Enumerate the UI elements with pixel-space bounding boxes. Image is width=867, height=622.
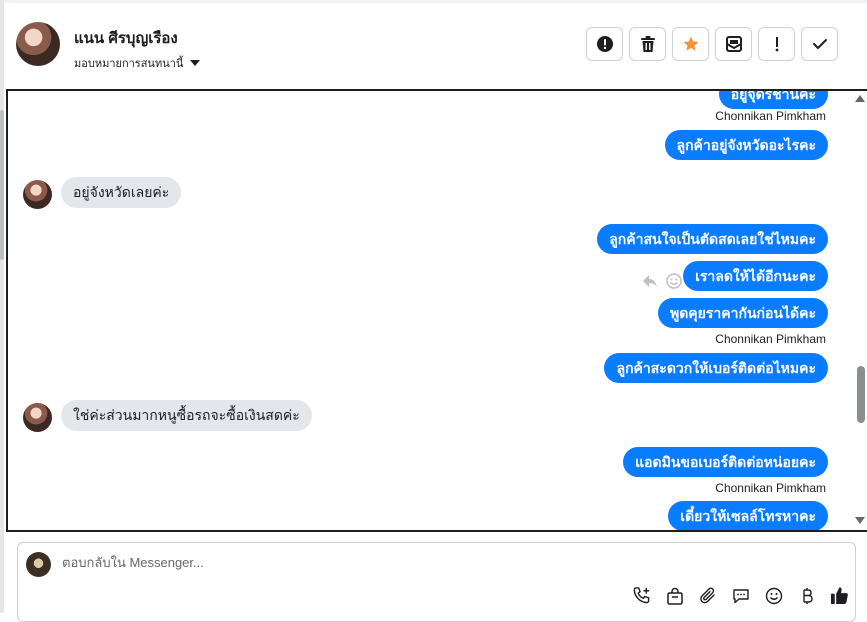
exclamation-icon: [775, 37, 778, 52]
sender-name: Chonnikan Pimkham: [715, 109, 826, 123]
contact-avatar-small[interactable]: [23, 180, 52, 209]
thread-scrollbar-thumb[interactable]: [857, 366, 865, 423]
scroll-up-arrow-icon[interactable]: [855, 95, 865, 102]
outgoing-message[interactable]: พูดคุยราคากันก่อนได้คะ: [657, 298, 828, 328]
checkmark-icon: [812, 39, 827, 49]
alert-circle-icon: [596, 36, 613, 52]
shop-button[interactable]: [664, 585, 685, 606]
follow-up-button[interactable]: [758, 27, 795, 61]
attach-button[interactable]: [697, 585, 718, 606]
outgoing-message[interactable]: ลูกค้าสนใจเป็นตัดสดเลยใช่ไหมคะ: [597, 224, 828, 254]
report-spam-button[interactable]: [586, 27, 623, 61]
thread-scrollbar[interactable]: [853, 91, 867, 530]
mark-done-button[interactable]: [801, 27, 838, 61]
star-icon: [683, 36, 698, 51]
contact-name[interactable]: แนน ศีรบุญเรือง: [74, 26, 178, 50]
page-avatar[interactable]: [26, 552, 51, 577]
trash-icon: [640, 36, 655, 52]
saved-reply-button[interactable]: [730, 585, 751, 606]
chevron-down-icon: [190, 60, 201, 66]
outgoing-message[interactable]: อยู่จุดรชานคะ: [718, 91, 828, 109]
incoming-message[interactable]: อยู่จังหวัดเลยค่ะ: [61, 177, 182, 208]
baht-icon: [802, 587, 813, 604]
incoming-message[interactable]: ใช่ค่ะส่วนมากหนูซื้อรถจะซื้อเงินสดค่ะ: [61, 400, 312, 431]
header-actions: [586, 27, 838, 61]
like-button[interactable]: [829, 585, 850, 606]
mark-unread-button[interactable]: [715, 27, 752, 61]
reply-input[interactable]: [62, 555, 662, 570]
reply-composer: [17, 542, 856, 622]
conversation-header: แนน ศีรบุญเรือง มอบหมายการสนทนานี้: [4, 3, 867, 89]
outgoing-message[interactable]: เราลดให้ได้อีกนะคะ: [683, 261, 828, 291]
outgoing-message[interactable]: แอดมินขอเบอร์ติดต่อหน่อยคะ: [623, 447, 828, 477]
sender-name: Chonnikan Pimkham: [715, 332, 826, 346]
add-call-button[interactable]: [631, 585, 652, 606]
outgoing-message[interactable]: เดี๋ยวให้เซลล์โทรหาคะ: [668, 501, 828, 530]
composer-toolbar: [631, 585, 850, 606]
message-hover-actions: [642, 273, 682, 289]
emoji-button[interactable]: [763, 585, 784, 606]
assign-conversation-dropdown[interactable]: มอบหมายการสนทนานี้: [74, 54, 201, 72]
emoji-icon: [765, 587, 782, 604]
star-button[interactable]: [672, 27, 709, 61]
delete-button[interactable]: [629, 27, 666, 61]
reply-icon[interactable]: [642, 274, 658, 288]
mark-unread-icon: [725, 36, 742, 52]
saved-reply-icon: [732, 588, 749, 603]
add-call-icon: [633, 587, 650, 604]
scroll-down-arrow-icon[interactable]: [855, 517, 865, 524]
conversation-thread[interactable]: อยู่จุดรชานคะ Chonnikan Pimkham ลูกค้าอย…: [6, 89, 867, 532]
assign-label: มอบหมายการสนทนานี้: [74, 58, 184, 70]
react-emoji-icon[interactable]: [666, 273, 682, 289]
sender-name: Chonnikan Pimkham: [715, 481, 826, 495]
outgoing-message[interactable]: ลูกค้าสะดวกให้เบอร์ติดต่อไหมคะ: [604, 353, 828, 383]
paperclip-icon: [699, 587, 715, 603]
left-scrollbar-thumb[interactable]: [0, 110, 4, 260]
left-scrollbar[interactable]: [0, 0, 4, 613]
contact-avatar[interactable]: [16, 22, 60, 66]
outgoing-message[interactable]: ลูกค้าอยู่จังหวัดอะไรคะ: [664, 130, 828, 160]
payment-button[interactable]: [796, 585, 817, 606]
contact-avatar-small[interactable]: [23, 403, 52, 432]
thumbs-up-icon: [830, 587, 848, 605]
shopping-bag-icon: [666, 587, 683, 605]
